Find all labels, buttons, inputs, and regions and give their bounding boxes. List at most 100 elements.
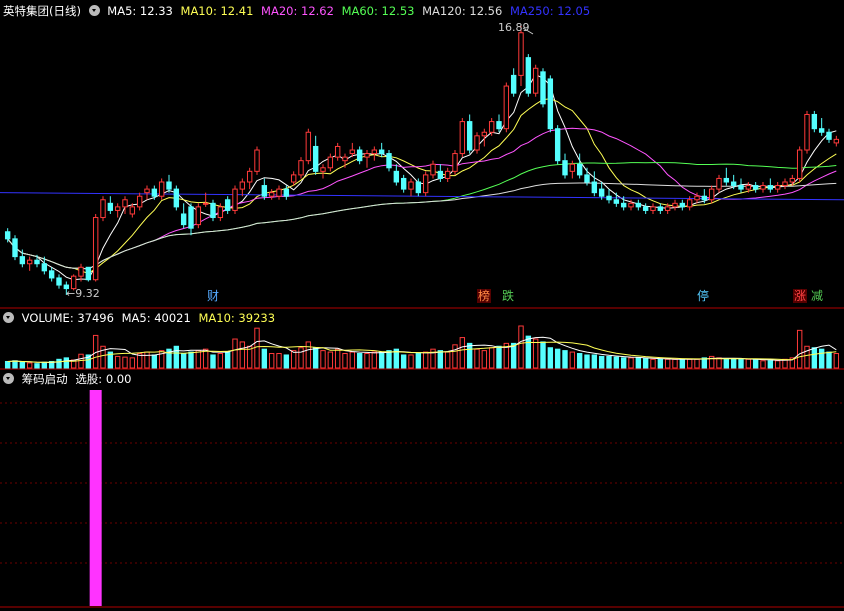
volume-bar (334, 348, 341, 369)
candle-body (532, 67, 539, 94)
candle-body (334, 145, 341, 158)
signal-bars (89, 390, 102, 606)
candle-body (701, 195, 708, 201)
signal-bar (89, 390, 102, 606)
candle-body (525, 57, 532, 94)
candle-body (510, 74, 517, 94)
volume-bar (320, 350, 326, 369)
candle-body (158, 181, 165, 197)
candle-body (415, 181, 422, 194)
ma60-label: MA60: 12.53 (341, 4, 415, 18)
volume-title: VOLUME: 37496 (21, 311, 114, 325)
indicator-panel-header: 筹码启动 选股: 0.00 (0, 370, 135, 388)
volume-bar (679, 358, 686, 369)
volume-bar (672, 358, 678, 369)
volume-panel-header: VOLUME: 37496 MA5: 40021 MA10: 39233 (0, 309, 279, 327)
event-marker: 停 (697, 288, 709, 303)
dropdown-icon[interactable] (88, 5, 100, 16)
volume-bar (188, 351, 194, 369)
candle-body (554, 128, 561, 162)
volume-bar (745, 358, 752, 369)
candle-body (48, 270, 55, 279)
volume-bar (569, 351, 576, 369)
volume-bar (180, 353, 187, 369)
candle-body (657, 206, 664, 211)
candle-body (562, 160, 568, 176)
candle-body (672, 202, 678, 208)
candle-body (188, 206, 194, 229)
volume-bar (752, 358, 759, 369)
candle-body (804, 113, 810, 151)
candle-body (151, 188, 158, 197)
candle-body (422, 174, 429, 194)
candle-body (642, 206, 649, 211)
candle-body (752, 185, 759, 190)
candle-body (210, 202, 216, 219)
dropdown-icon[interactable] (3, 312, 14, 323)
stock-title[interactable]: 英特集团(日线) (3, 4, 81, 18)
candle-body (34, 259, 40, 265)
volume-bar (151, 354, 158, 369)
volume-bar (408, 354, 414, 369)
candle-body (811, 113, 818, 130)
ma10-label: MA10: 12.41 (180, 4, 254, 18)
candle-body (232, 188, 238, 211)
volume-bar (173, 345, 180, 369)
volume-bar (41, 361, 48, 369)
candle-body (224, 199, 231, 211)
candle-body (613, 199, 620, 204)
candle-body (730, 181, 737, 187)
high-price-label: 16.89 (498, 21, 530, 34)
candle-body (503, 85, 510, 130)
volume-bar (114, 355, 121, 369)
candle-body (620, 202, 627, 208)
volume-bar (606, 355, 612, 369)
volume-bar (818, 348, 825, 369)
candle-body (349, 149, 356, 155)
candle-body (217, 206, 224, 219)
volume-bar (283, 354, 290, 369)
volume-bar (19, 361, 26, 369)
candle-body (488, 121, 495, 133)
candle-body (833, 138, 840, 144)
ma120-label: MA120: 12.56 (422, 4, 503, 18)
volume-bar (716, 357, 722, 369)
volume-bar (518, 325, 524, 369)
volume-bar (466, 342, 473, 369)
volume-bar (510, 342, 517, 369)
volume-bar (774, 360, 781, 369)
volume-bar (276, 353, 282, 369)
candle-body (356, 149, 363, 162)
candle-body (606, 195, 612, 201)
volume-bar (378, 351, 385, 369)
candle-body (180, 213, 187, 226)
dropdown-icon[interactable] (3, 373, 14, 384)
volume-bar (202, 348, 209, 369)
candle-body (774, 185, 781, 190)
main-panel-header: 英特集团(日线) MA5: 12.33 MA10: 12.41 MA20: 12… (0, 2, 594, 20)
candle-body (100, 199, 106, 219)
volume-ma10: MA10: 39233 (198, 311, 276, 325)
candle-body (826, 131, 832, 140)
candle-body (41, 263, 48, 272)
candle-body (92, 217, 99, 281)
candle-body (474, 135, 480, 151)
candle-body (576, 163, 583, 176)
candle-body (481, 131, 488, 137)
candle-body (327, 156, 334, 169)
candle-body (444, 170, 451, 179)
indicator-title: 筹码启动 (21, 372, 68, 386)
candle-body (136, 195, 143, 208)
candle-body (738, 185, 744, 190)
volume-bar (833, 353, 840, 369)
candle-body (547, 78, 554, 130)
volume-bar (422, 351, 429, 369)
volume-bar (738, 358, 744, 369)
candle-body (268, 192, 275, 197)
candle-body (12, 238, 18, 258)
volume-bar (686, 358, 693, 369)
candle-body (598, 188, 605, 197)
candle-body (195, 206, 202, 226)
candle-body (283, 188, 290, 197)
volume-bar (56, 358, 62, 369)
